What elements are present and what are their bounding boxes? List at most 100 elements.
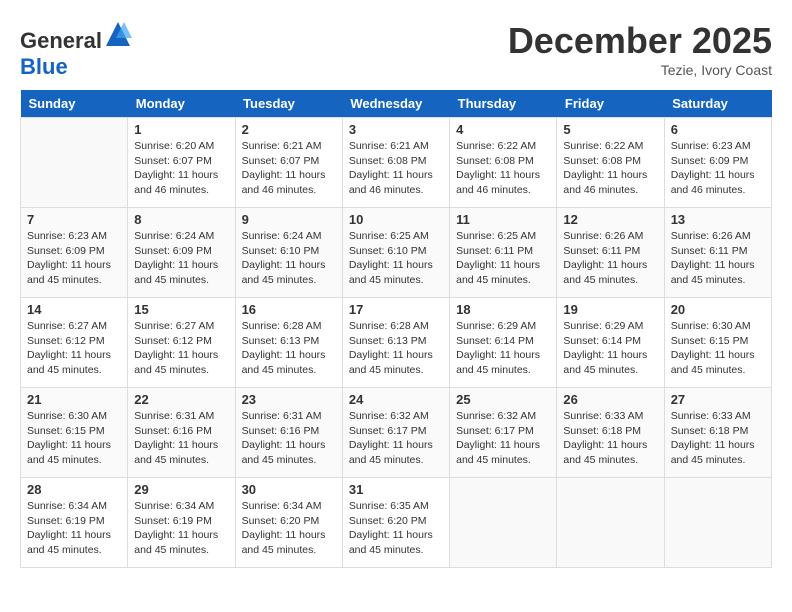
calendar-cell: 28 Sunrise: 6:34 AMSunset: 6:19 PMDayligh… (21, 478, 128, 568)
day-number: 25 (456, 392, 550, 407)
day-info: Sunrise: 6:28 AMSunset: 6:13 PMDaylight:… (349, 319, 443, 378)
week-row-5: 28 Sunrise: 6:34 AMSunset: 6:19 PMDayligh… (21, 478, 772, 568)
week-row-1: 1 Sunrise: 6:20 AMSunset: 6:07 PMDaylight… (21, 118, 772, 208)
calendar-cell: 13Sunrise: 6:26 AMSunset: 6:11 PMDayligh… (664, 208, 771, 298)
day-info: Sunrise: 6:20 AMSunset: 6:07 PMDaylight:… (134, 139, 228, 198)
logo-blue: Blue (20, 54, 68, 79)
day-number: 5 (563, 122, 657, 137)
weekday-header-wednesday: Wednesday (342, 90, 449, 118)
day-number: 21 (27, 392, 121, 407)
day-number: 2 (242, 122, 336, 137)
day-number: 28 (27, 482, 121, 497)
calendar-cell (557, 478, 664, 568)
weekday-header-friday: Friday (557, 90, 664, 118)
day-number: 19 (563, 302, 657, 317)
logo: General Blue (20, 20, 132, 80)
day-info: Sunrise: 6:25 AMSunset: 6:11 PMDaylight:… (456, 229, 550, 288)
day-number: 6 (671, 122, 765, 137)
day-info: Sunrise: 6:21 AMSunset: 6:08 PMDaylight:… (349, 139, 443, 198)
day-info: Sunrise: 6:29 AMSunset: 6:14 PMDaylight:… (563, 319, 657, 378)
weekday-header-sunday: Sunday (21, 90, 128, 118)
weekday-header-row: SundayMondayTuesdayWednesdayThursdayFrid… (21, 90, 772, 118)
day-number: 18 (456, 302, 550, 317)
day-info: Sunrise: 6:26 AMSunset: 6:11 PMDaylight:… (563, 229, 657, 288)
day-number: 3 (349, 122, 443, 137)
calendar-cell: 15Sunrise: 6:27 AMSunset: 6:12 PMDayligh… (128, 298, 235, 388)
day-info: Sunrise: 6:33 AMSunset: 6:18 PMDaylight:… (671, 409, 765, 468)
day-number: 20 (671, 302, 765, 317)
page-header: General Blue December 2025 Tezie, Ivory … (20, 20, 772, 80)
day-info: Sunrise: 6:22 AMSunset: 6:08 PMDaylight:… (563, 139, 657, 198)
day-number: 23 (242, 392, 336, 407)
calendar-cell: 27 Sunrise: 6:33 AMSunset: 6:18 PMDayligh… (664, 388, 771, 478)
day-info: Sunrise: 6:23 AMSunset: 6:09 PMDaylight:… (27, 229, 121, 288)
calendar-cell: 19 Sunrise: 6:29 AMSunset: 6:14 PMDayligh… (557, 298, 664, 388)
day-number: 31 (349, 482, 443, 497)
day-info: Sunrise: 6:22 AMSunset: 6:08 PMDaylight:… (456, 139, 550, 198)
day-info: Sunrise: 6:28 AMSunset: 6:13 PMDaylight:… (242, 319, 336, 378)
day-info: Sunrise: 6:32 AMSunset: 6:17 PMDaylight:… (456, 409, 550, 468)
calendar-cell: 26 Sunrise: 6:33 AMSunset: 6:18 PMDayligh… (557, 388, 664, 478)
month-title: December 2025 (508, 20, 772, 62)
day-info: Sunrise: 6:23 AMSunset: 6:09 PMDaylight:… (671, 139, 765, 198)
day-info: Sunrise: 6:30 AMSunset: 6:15 PMDaylight:… (27, 409, 121, 468)
calendar-cell: 11 Sunrise: 6:25 AMSunset: 6:11 PMDayligh… (450, 208, 557, 298)
day-number: 11 (456, 212, 550, 227)
day-number: 8 (134, 212, 228, 227)
day-number: 22 (134, 392, 228, 407)
calendar-cell: 3 Sunrise: 6:21 AMSunset: 6:08 PMDaylight… (342, 118, 449, 208)
calendar-cell: 25 Sunrise: 6:32 AMSunset: 6:17 PMDayligh… (450, 388, 557, 478)
day-info: Sunrise: 6:35 AMSunset: 6:20 PMDaylight:… (349, 499, 443, 558)
location: Tezie, Ivory Coast (508, 62, 772, 78)
day-number: 27 (671, 392, 765, 407)
day-info: Sunrise: 6:31 AMSunset: 6:16 PMDaylight:… (134, 409, 228, 468)
calendar-cell: 18 Sunrise: 6:29 AMSunset: 6:14 PMDayligh… (450, 298, 557, 388)
calendar-cell: 23 Sunrise: 6:31 AMSunset: 6:16 PMDayligh… (235, 388, 342, 478)
day-info: Sunrise: 6:34 AMSunset: 6:19 PMDaylight:… (134, 499, 228, 558)
day-number: 9 (242, 212, 336, 227)
day-number: 16 (242, 302, 336, 317)
calendar-cell: 2Sunrise: 6:21 AMSunset: 6:07 PMDaylight… (235, 118, 342, 208)
day-number: 1 (134, 122, 228, 137)
calendar-cell: 1 Sunrise: 6:20 AMSunset: 6:07 PMDaylight… (128, 118, 235, 208)
day-info: Sunrise: 6:24 AMSunset: 6:10 PMDaylight:… (242, 229, 336, 288)
day-number: 15 (134, 302, 228, 317)
calendar-cell: 31 Sunrise: 6:35 AMSunset: 6:20 PMDayligh… (342, 478, 449, 568)
day-number: 4 (456, 122, 550, 137)
calendar-cell: 12 Sunrise: 6:26 AMSunset: 6:11 PMDayligh… (557, 208, 664, 298)
weekday-header-tuesday: Tuesday (235, 90, 342, 118)
day-info: Sunrise: 6:31 AMSunset: 6:16 PMDaylight:… (242, 409, 336, 468)
calendar-cell: 16 Sunrise: 6:28 AMSunset: 6:13 PMDayligh… (235, 298, 342, 388)
calendar-cell: 14 Sunrise: 6:27 AMSunset: 6:12 PMDayligh… (21, 298, 128, 388)
day-number: 12 (563, 212, 657, 227)
day-number: 26 (563, 392, 657, 407)
day-info: Sunrise: 6:26 AMSunset: 6:11 PMDaylight:… (671, 229, 765, 288)
day-info: Sunrise: 6:27 AMSunset: 6:12 PMDaylight:… (27, 319, 121, 378)
logo-general: General (20, 28, 102, 53)
day-info: Sunrise: 6:34 AMSunset: 6:20 PMDaylight:… (242, 499, 336, 558)
calendar-cell: 4 Sunrise: 6:22 AMSunset: 6:08 PMDaylight… (450, 118, 557, 208)
calendar-cell (21, 118, 128, 208)
week-row-3: 14 Sunrise: 6:27 AMSunset: 6:12 PMDayligh… (21, 298, 772, 388)
logo-text: General Blue (20, 20, 132, 80)
day-info: Sunrise: 6:30 AMSunset: 6:15 PMDaylight:… (671, 319, 765, 378)
day-number: 29 (134, 482, 228, 497)
calendar-cell: 9 Sunrise: 6:24 AMSunset: 6:10 PMDaylight… (235, 208, 342, 298)
calendar-cell: 21 Sunrise: 6:30 AMSunset: 6:15 PMDayligh… (21, 388, 128, 478)
calendar-cell: 20 Sunrise: 6:30 AMSunset: 6:15 PMDayligh… (664, 298, 771, 388)
weekday-header-saturday: Saturday (664, 90, 771, 118)
day-info: Sunrise: 6:29 AMSunset: 6:14 PMDaylight:… (456, 319, 550, 378)
logo-icon (104, 20, 132, 48)
calendar-cell: 24Sunrise: 6:32 AMSunset: 6:17 PMDayligh… (342, 388, 449, 478)
calendar-table: SundayMondayTuesdayWednesdayThursdayFrid… (20, 90, 772, 568)
day-info: Sunrise: 6:34 AMSunset: 6:19 PMDaylight:… (27, 499, 121, 558)
day-number: 24 (349, 392, 443, 407)
day-info: Sunrise: 6:33 AMSunset: 6:18 PMDaylight:… (563, 409, 657, 468)
day-number: 17 (349, 302, 443, 317)
calendar-cell: 7Sunrise: 6:23 AMSunset: 6:09 PMDaylight… (21, 208, 128, 298)
weekday-header-monday: Monday (128, 90, 235, 118)
calendar-cell: 10Sunrise: 6:25 AMSunset: 6:10 PMDayligh… (342, 208, 449, 298)
calendar-cell: 30Sunrise: 6:34 AMSunset: 6:20 PMDayligh… (235, 478, 342, 568)
title-block: December 2025 Tezie, Ivory Coast (508, 20, 772, 78)
day-number: 14 (27, 302, 121, 317)
